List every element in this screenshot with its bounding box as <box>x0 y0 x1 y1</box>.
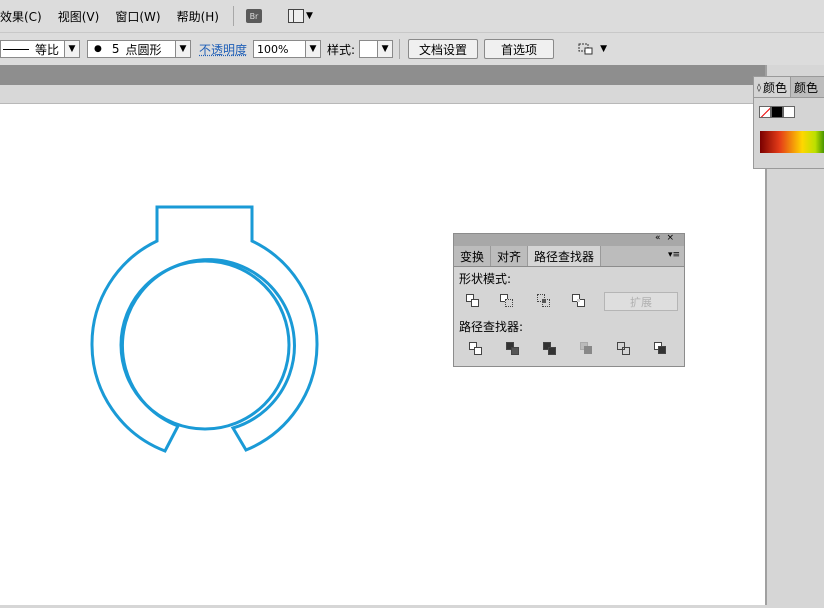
document-tab-bar <box>0 65 765 85</box>
merge-icon[interactable] <box>543 342 557 356</box>
brush-name: 点圆形 <box>125 42 162 57</box>
menu-help[interactable]: 帮助(H) <box>177 8 219 25</box>
chevron-down-icon: ▼ <box>175 41 190 57</box>
chevron-down-icon: ▼ <box>377 41 393 57</box>
color-panel-tabs: ◊ 颜色 颜色 <box>754 77 824 98</box>
crop-icon[interactable] <box>580 342 594 356</box>
black-swatch[interactable] <box>771 106 783 118</box>
stroke-profile-select[interactable]: 等比 ▼ <box>0 40 80 58</box>
graphic-style-select[interactable]: ▼ <box>359 40 394 58</box>
selected-ring-shape[interactable] <box>90 205 319 453</box>
stroke-profile-preview <box>3 48 29 50</box>
color-spectrum-bar[interactable] <box>760 131 824 153</box>
style-label: 样式: <box>327 42 356 57</box>
expand-button[interactable]: 扩展 <box>604 292 678 311</box>
tab-color[interactable]: ◊ 颜色 <box>754 77 791 97</box>
bridge-button[interactable]: Br <box>245 9 262 23</box>
none-swatch[interactable] <box>759 106 771 118</box>
tab-align[interactable]: 对齐 <box>491 246 529 266</box>
workspace-switcher-button[interactable]: ▼ <box>287 9 313 23</box>
shape-modes-label: 形状模式: <box>459 272 512 286</box>
chevron-down-icon: ▼ <box>305 41 321 57</box>
menu-bar: 效果(C) 视图(V) 窗口(W) 帮助(H) Br ▼ <box>0 0 824 32</box>
brush-size-value: 5 <box>111 42 120 56</box>
stroke-profile-value: 等比 <box>35 42 60 57</box>
chevron-down-icon: ▼ <box>64 41 79 57</box>
pathfinders-label: 路径查找器: <box>459 320 524 334</box>
outline-icon[interactable] <box>617 342 631 356</box>
intersect-icon[interactable] <box>537 294 551 308</box>
brush-definition-select[interactable]: ● 5 点圆形 ▼ <box>87 40 191 58</box>
control-separator <box>399 39 401 59</box>
collapse-close-controls[interactable]: «× <box>655 233 680 243</box>
tab-transform[interactable]: 变换 <box>454 246 492 266</box>
ruler-strip <box>0 85 765 104</box>
menu-window[interactable]: 窗口(W) <box>115 8 160 25</box>
opacity-value: 100% <box>257 42 289 56</box>
menu-separator <box>232 6 234 26</box>
preferences-button[interactable]: 首选项 <box>484 39 555 59</box>
pathfinder-panel: «× 变换 对齐 路径查找器 ▾≡ 形状模式: 扩展 路径查找器: <box>453 233 685 367</box>
arrange-options-button[interactable]: ▼ <box>578 42 607 56</box>
brush-dot-icon: ● <box>94 44 102 54</box>
control-bar: 等比 ▼ ● 5 点圆形 ▼ 不透明度 100% ▼ 样式: ▼ 文档设置 首选… <box>0 32 824 65</box>
trim-icon[interactable] <box>506 342 520 356</box>
exclude-icon[interactable] <box>572 294 586 308</box>
minus-front-icon[interactable] <box>500 294 514 308</box>
panel-options-icon: ◊ <box>757 82 761 92</box>
chevron-down-icon: ▼ <box>305 11 313 21</box>
panel-tabs: 变换 对齐 路径查找器 ▾≡ <box>454 246 684 267</box>
document-setup-button[interactable]: 文档设置 <box>408 39 479 59</box>
minus-back-icon[interactable] <box>654 342 668 356</box>
opacity-input[interactable]: 100% ▼ <box>253 40 322 58</box>
tab-pathfinder[interactable]: 路径查找器 <box>528 246 602 266</box>
white-swatch[interactable] <box>783 106 795 118</box>
inner-circle-shape[interactable] <box>119 259 291 431</box>
divide-icon[interactable] <box>469 342 483 356</box>
fill-stroke-swatches[interactable] <box>759 106 795 118</box>
color-panel: ◊ 颜色 颜色 <box>753 76 824 169</box>
opacity-label[interactable]: 不透明度 <box>199 41 247 58</box>
panel-title-bar[interactable]: «× <box>454 233 684 246</box>
menu-view[interactable]: 视图(V) <box>58 8 100 25</box>
unite-icon[interactable] <box>466 294 480 308</box>
workspace-icon <box>287 9 304 23</box>
menu-effect[interactable]: 效果(C) <box>0 8 42 25</box>
arrange-icon <box>578 43 593 55</box>
chevron-down-icon: ▼ <box>600 44 607 54</box>
tab-color-guide[interactable]: 颜色 <box>791 77 821 97</box>
panel-menu-icon[interactable]: ▾≡ <box>668 250 680 260</box>
